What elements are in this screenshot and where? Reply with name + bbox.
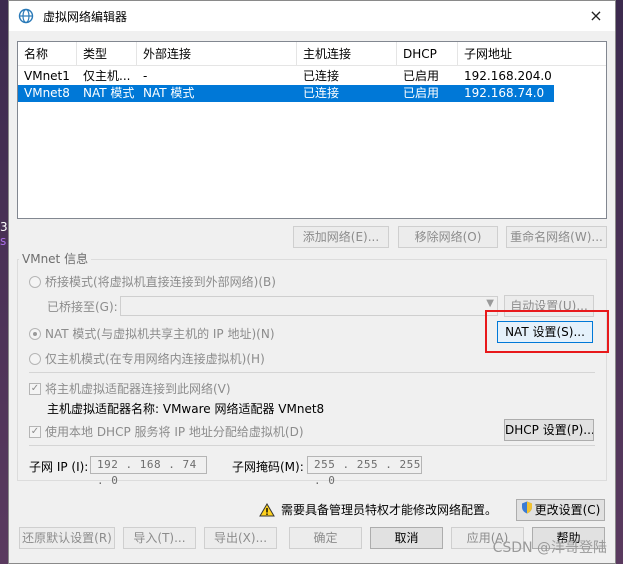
title-bar: 虚拟网络编辑器 × <box>9 1 615 31</box>
subnet-ip-input[interactable]: 192 . 168 . 74 . 0 <box>90 456 207 487</box>
nat-mode-radio[interactable]: NAT 模式(与虚拟机共享主机的 IP 地址)(N) <box>29 325 275 342</box>
dhcp-settings-button[interactable]: DHCP 设置(P)... <box>504 419 594 441</box>
subnet-mask-label: 子网掩码(M): <box>232 460 304 474</box>
table-cell: 已连接 <box>303 86 340 100</box>
connect-adapter-label: 将主机虚拟适配器连接到此网络(V) <box>45 382 231 396</box>
highlight-box <box>485 310 609 353</box>
nat-mode-label: NAT 模式(与虚拟机共享主机的 IP 地址)(N) <box>45 327 275 341</box>
table-row-selected[interactable]: VMnet8 NAT 模式 NAT 模式 已连接 已启用 192.168.74.… <box>18 85 554 102</box>
virtual-network-editor-window: 虚拟网络编辑器 × 名称 类型 外部连接 主机连接 DHCP 子网地址 VMne… <box>8 0 616 564</box>
column-header-host[interactable]: 主机连接 <box>297 42 397 65</box>
divider <box>29 445 595 446</box>
radio-icon <box>29 275 41 288</box>
table-cell: 192.168.204.0 <box>464 69 552 83</box>
subnet-mask-input[interactable]: 255 . 255 . 255 . 0 <box>307 456 422 487</box>
export-button[interactable]: 导出(X)... <box>204 527 277 549</box>
column-header-type[interactable]: 类型 <box>77 42 137 65</box>
network-globe-icon <box>17 7 35 25</box>
window-title: 虚拟网络编辑器 <box>43 9 128 24</box>
column-header-name[interactable]: 名称 <box>18 42 77 65</box>
table-cell: 仅主机... <box>83 69 131 83</box>
bridged-mode-radio[interactable]: 桥接模式(将虚拟机直接连接到外部网络)(B) <box>29 273 276 290</box>
vmnet-info-title: VMnet 信息 <box>19 250 92 267</box>
vmnet-info-group <box>17 259 607 481</box>
watermark: CSDN @洋哥登陆 <box>492 540 607 556</box>
table-cell: VMnet1 <box>24 69 70 83</box>
table-cell: 已启用 <box>403 86 440 100</box>
connect-adapter-checkbox[interactable]: ✓ 将主机虚拟适配器连接到此网络(V) <box>29 380 231 397</box>
table-cell: 192.168.74.0 <box>464 86 545 100</box>
network-list[interactable]: 名称 类型 外部连接 主机连接 DHCP 子网地址 VMnet1 仅主机... … <box>17 41 607 219</box>
table-row[interactable]: VMnet1 仅主机... - 已连接 已启用 192.168.204.0 <box>18 68 606 85</box>
table-cell: - <box>143 69 148 83</box>
chevron-down-icon: ▼ <box>486 298 494 309</box>
divider <box>29 372 595 373</box>
subnet-ip-label: 子网 IP (I): <box>29 460 89 474</box>
table-cell: VMnet8 <box>24 86 70 100</box>
column-header-external[interactable]: 外部连接 <box>137 42 297 65</box>
table-cell: NAT 模式 <box>83 86 135 100</box>
close-button[interactable]: × <box>585 5 607 27</box>
radio-icon <box>29 352 41 365</box>
change-settings-label: 更改设置(C) <box>534 503 601 517</box>
bridged-to-select[interactable]: ▼ <box>120 296 498 316</box>
add-network-button[interactable]: 添加网络(E)... <box>293 226 389 248</box>
table-cell: 已连接 <box>303 69 340 83</box>
list-header: 名称 类型 外部连接 主机连接 DHCP 子网地址 <box>18 42 606 66</box>
bridged-mode-label: 桥接模式(将虚拟机直接连接到外部网络)(B) <box>45 275 276 289</box>
shield-icon <box>521 500 533 520</box>
host-only-label: 仅主机模式(在专用网络内连接虚拟机)(H) <box>45 352 265 366</box>
admin-notice: 需要具备管理员特权才能修改网络配置。 <box>259 501 497 518</box>
cancel-button[interactable]: 取消 <box>370 527 443 549</box>
check-icon: ✓ <box>29 425 41 438</box>
use-dhcp-label: 使用本地 DHCP 服务将 IP 地址分配给虚拟机(D) <box>45 425 304 439</box>
adapter-name-text: 主机虚拟适配器名称: VMware 网络适配器 VMnet8 <box>47 402 325 416</box>
radio-icon <box>29 327 41 340</box>
table-cell: 已启用 <box>403 69 440 83</box>
use-dhcp-checkbox[interactable]: ✓ 使用本地 DHCP 服务将 IP 地址分配给虚拟机(D) <box>29 423 304 440</box>
rename-network-button[interactable]: 重命名网络(W)... <box>506 226 607 248</box>
bridged-to-label: 已桥接至(G): <box>47 300 118 314</box>
import-button[interactable]: 导入(T)... <box>123 527 196 549</box>
admin-notice-text: 需要具备管理员特权才能修改网络配置。 <box>281 503 498 517</box>
remove-network-button[interactable]: 移除网络(O) <box>398 226 498 248</box>
warning-icon <box>259 502 275 517</box>
column-header-dhcp[interactable]: DHCP <box>397 42 458 65</box>
change-settings-button[interactable]: 更改设置(C) <box>516 499 605 521</box>
check-icon: ✓ <box>29 382 41 395</box>
table-cell: NAT 模式 <box>143 86 195 100</box>
ok-button[interactable]: 确定 <box>289 527 362 549</box>
column-header-subnet[interactable]: 子网地址 <box>458 42 553 65</box>
host-only-radio[interactable]: 仅主机模式(在专用网络内连接虚拟机)(H) <box>29 350 265 367</box>
restore-defaults-button[interactable]: 还原默认设置(R) <box>19 527 115 549</box>
